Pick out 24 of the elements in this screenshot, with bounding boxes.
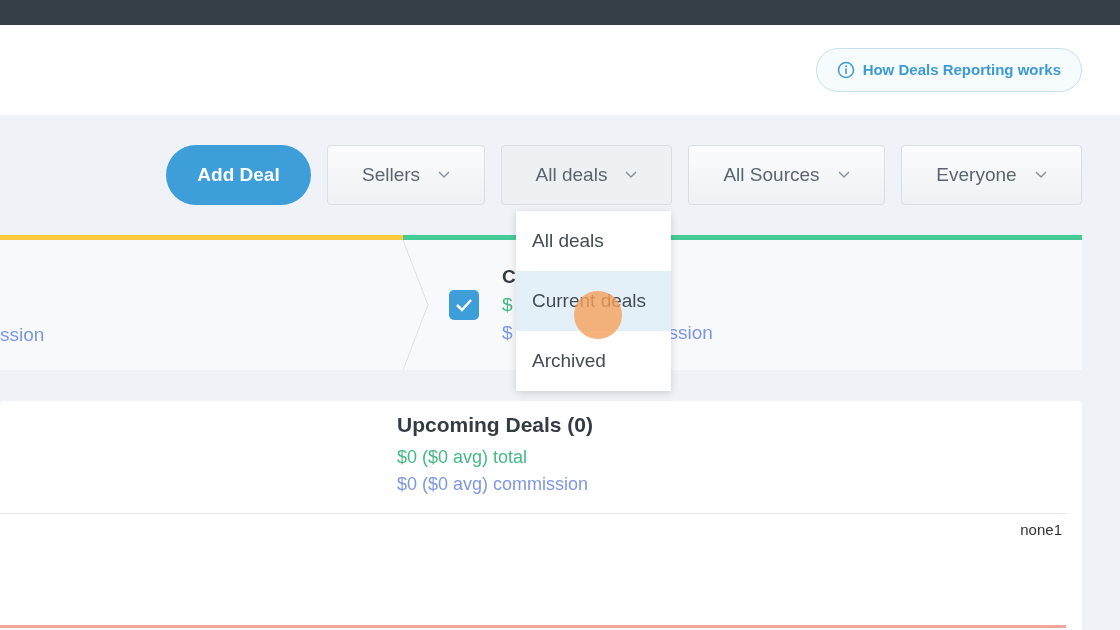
caret-icon bbox=[438, 171, 451, 179]
filter-dropdown[interactable]: All Sources bbox=[688, 145, 885, 205]
check-icon bbox=[455, 298, 473, 312]
stage-commission: ssion bbox=[668, 322, 713, 344]
menu-item[interactable]: Archived bbox=[516, 331, 671, 391]
card-commission: $0 ($0 avg) commission bbox=[397, 474, 590, 495]
column-label: none1 bbox=[1020, 521, 1062, 538]
card-title: Upcoming Deals (0) bbox=[397, 413, 595, 437]
help-button[interactable]: How Deals Reporting works bbox=[815, 47, 1082, 92]
add-deal-button[interactable]: Add Deal bbox=[166, 145, 311, 205]
stage-commission: ssion bbox=[0, 324, 45, 346]
filter-dropdown[interactable]: Sellers bbox=[327, 145, 485, 205]
filter-dropdown[interactable]: All deals bbox=[501, 145, 672, 205]
caret-icon bbox=[837, 171, 850, 179]
filter-dropdown[interactable]: Everyone bbox=[901, 145, 1082, 205]
info-icon bbox=[836, 60, 855, 79]
caret-icon bbox=[1034, 171, 1047, 179]
card-total: $0 ($0 avg) total bbox=[397, 447, 529, 468]
checkbox[interactable] bbox=[449, 290, 479, 320]
stage-commission: $ bbox=[502, 322, 513, 344]
caret-icon bbox=[625, 171, 638, 179]
stage-title: C bbox=[502, 266, 516, 288]
menu-item[interactable]: All deals bbox=[516, 211, 671, 271]
stage-total: $ bbox=[502, 294, 513, 316]
